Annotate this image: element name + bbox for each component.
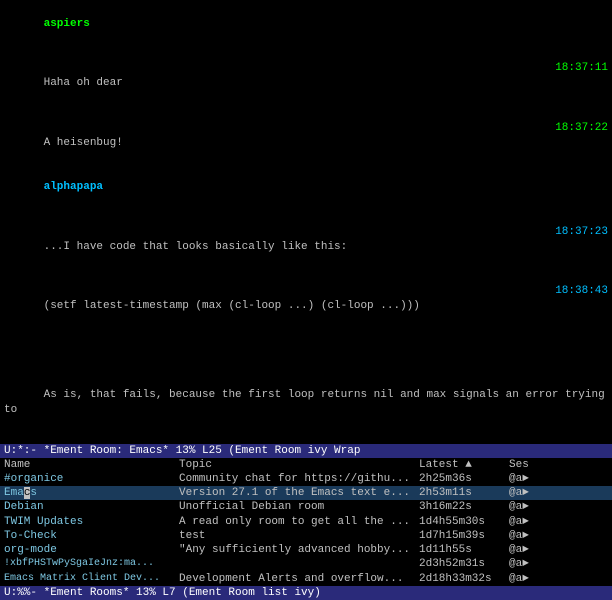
room-ses: @a► (505, 543, 545, 557)
room-latest: 2h25m36s (415, 472, 505, 486)
message-text: A heisenbug! (44, 137, 123, 149)
room-latest: 3h16m22s (415, 500, 505, 514)
timestamp: 18:38:43 (555, 284, 608, 299)
room-name[interactable]: #organice (0, 472, 175, 486)
app-window: aspiers 18:37:11 Haha oh dear 18:37:22 A… (0, 0, 612, 600)
room-topic: Community chat for https://githu... (175, 472, 415, 486)
message-text: Haha oh dear (44, 77, 123, 89)
chat-line (4, 329, 608, 374)
chat-line: 18:37:22 A heisenbug! (4, 106, 608, 165)
room-latest: 1d11h55s (415, 543, 505, 557)
table-row[interactable]: org-mode "Any sufficiently advanced hobb… (0, 543, 612, 557)
table-row[interactable]: Emacs Version 27.1 of the Emacs text e..… (0, 486, 612, 500)
status-bar-bottom-text: U:%%- *Ement Rooms* 13% L7 (Ement Room l… (4, 587, 321, 599)
chat-line: 18:37:23 ...I have code that looks basic… (4, 210, 608, 269)
room-ses: @a► (505, 529, 545, 543)
room-name[interactable]: Emacs (0, 486, 175, 500)
room-ses: @a► (505, 486, 545, 500)
rooms-table-header: Name Topic Latest ▲ Ses (0, 458, 612, 472)
room-latest: 2h53m11s (415, 486, 505, 500)
room-ses: @a► (505, 515, 545, 529)
col-header-topic: Topic (175, 459, 415, 471)
col-header-ses: Ses (505, 459, 545, 471)
room-ses: @a► (505, 572, 545, 586)
table-row[interactable]: Debian Unofficial Debian room 3h16m22s @… (0, 500, 612, 514)
room-topic: "Any sufficiently advanced hobby... (175, 543, 415, 557)
room-latest: 2d18h33m32s (415, 572, 505, 586)
room-name-link: Ema (4, 487, 24, 499)
room-latest: 2d3h52m31s (415, 557, 505, 571)
room-topic: Unofficial Debian room (175, 500, 415, 514)
message-text: ...I have code that looks basically like… (44, 241, 348, 253)
room-ses: @a► (505, 557, 545, 571)
room-topic: A read only room to get all the ... (175, 515, 415, 529)
timestamp: 18:37:23 (555, 225, 608, 240)
code-text: (setf latest-timestamp (max (cl-loop ...… (44, 300, 420, 312)
table-row[interactable]: #organice Community chat for https://git… (0, 472, 612, 486)
room-ses: @a► (505, 500, 545, 514)
room-name[interactable]: TWIM Updates (0, 515, 175, 529)
room-name[interactable]: Debian (0, 500, 175, 514)
timestamp: 18:37:22 (555, 121, 608, 136)
room-name[interactable]: org-mode (0, 543, 175, 557)
timestamp: 18:37:11 (555, 61, 608, 76)
message-text (44, 344, 51, 356)
table-row[interactable]: Emacs Matrix Client Dev... Development A… (0, 572, 612, 586)
chat-line: compare nil. But if I do this, it works: (4, 432, 608, 443)
status-bar-bottom: U:%%- *Ement Rooms* 13% L7 (Ement Room l… (0, 586, 612, 600)
chat-line: As is, that fails, because the first loo… (4, 373, 608, 432)
table-row[interactable]: TWIM Updates A read only room to get all… (0, 515, 612, 529)
table-row[interactable]: !xbfPHSTwPySgaIeJnz:ma... 2d3h52m31s @a► (0, 557, 612, 571)
room-latest: 1d4h55m30s (415, 515, 505, 529)
room-topic: test (175, 529, 415, 543)
chat-line: 18:37:11 Haha oh dear (4, 47, 608, 106)
room-name[interactable]: Emacs Matrix Client Dev... (0, 572, 175, 586)
message-user: aspiers (4, 2, 608, 47)
message-text: As is, that fails, because the first loo… (4, 389, 611, 416)
room-name[interactable]: !xbfPHSTwPySgaIeJnz:ma... (0, 557, 175, 571)
username-alphapapa: alphapapa (44, 181, 103, 193)
room-topic (175, 557, 415, 571)
message-user: alphapapa (4, 165, 608, 210)
username-aspiers: aspiers (44, 18, 90, 30)
rooms-section: Name Topic Latest ▲ Ses #organice Commun… (0, 458, 612, 586)
room-name[interactable]: To-Check (0, 529, 175, 543)
table-row[interactable]: To-Check test 1d7h15m39s @a► (0, 529, 612, 543)
room-topic: Development Alerts and overflow... (175, 572, 415, 586)
col-header-latest: Latest ▲ (415, 459, 505, 471)
room-topic: Version 27.1 of the Emacs text e... (175, 486, 415, 500)
room-ses: @a► (505, 472, 545, 486)
chat-area: aspiers 18:37:11 Haha oh dear 18:37:22 A… (0, 0, 612, 444)
col-header-name: Name (0, 459, 175, 471)
status-bar-top: U:*:- *Ement Room: Emacs* 13% L25 (Ement… (0, 444, 612, 458)
chat-line: 18:38:43 (setf latest-timestamp (max (cl… (4, 269, 608, 328)
status-bar-top-text: U:*:- *Ement Room: Emacs* 13% L25 (Ement… (4, 445, 360, 457)
room-latest: 1d7h15m39s (415, 529, 505, 543)
room-name-rest: s (30, 487, 37, 499)
